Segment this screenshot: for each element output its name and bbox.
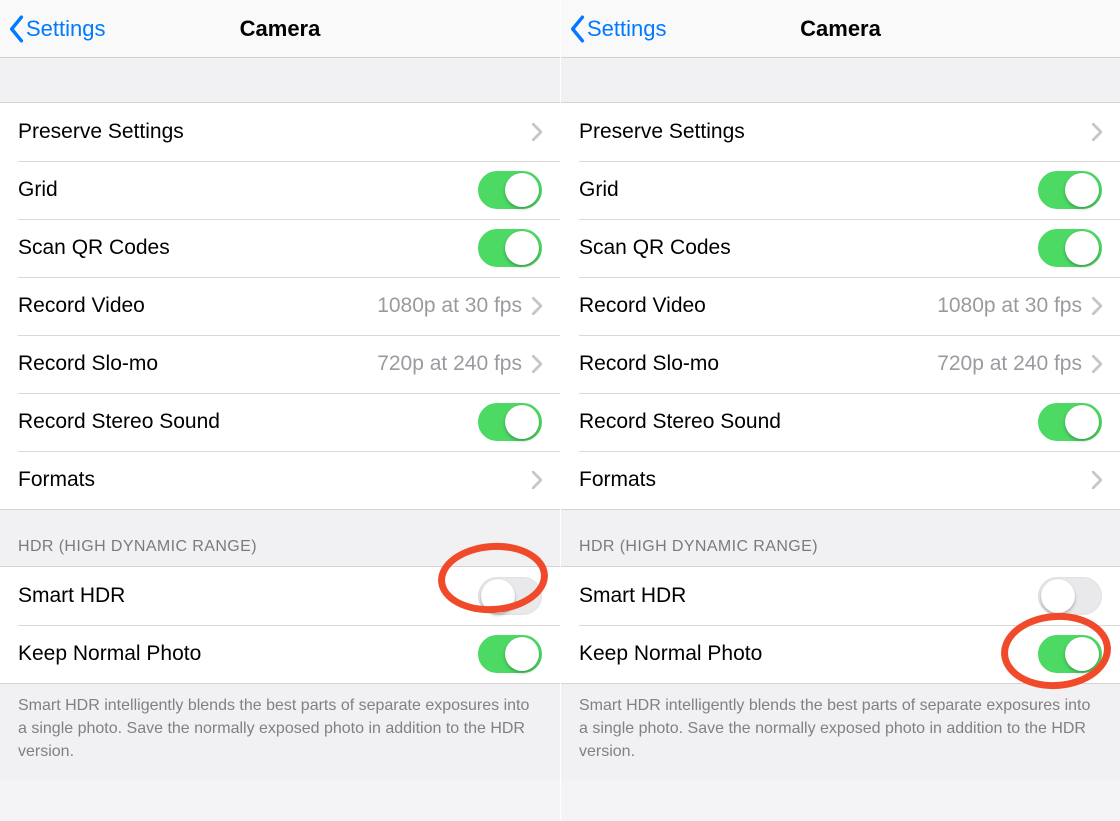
settings-row[interactable]: Formats — [0, 451, 560, 509]
grid-toggle[interactable] — [1038, 171, 1102, 209]
row-label: Smart HDR — [579, 584, 1038, 608]
row-label: Preserve Settings — [579, 120, 1092, 144]
chevron-left-icon — [8, 15, 24, 43]
chevron-left-icon — [569, 15, 585, 43]
settings-row[interactable]: Record Stereo Sound — [561, 393, 1120, 451]
row-value: 1080p at 30 fps — [377, 294, 522, 318]
row-label: Grid — [579, 178, 1038, 202]
section-footer-hdr: Smart HDR intelligently blends the best … — [0, 684, 560, 780]
settings-row[interactable]: Smart HDR — [561, 567, 1120, 625]
row-value: 720p at 240 fps — [937, 352, 1082, 376]
chevron-right-icon — [1092, 355, 1102, 373]
chevron-right-icon — [532, 355, 542, 373]
back-button[interactable]: Settings — [561, 15, 667, 43]
chevron-right-icon — [1092, 123, 1102, 141]
settings-row[interactable]: Formats — [561, 451, 1120, 509]
row-label: Record Video — [579, 294, 937, 318]
navbar: SettingsCamera — [0, 0, 560, 58]
back-label: Settings — [26, 16, 106, 42]
back-button[interactable]: Settings — [0, 15, 106, 43]
row-label: Record Video — [18, 294, 377, 318]
settings-row[interactable]: Record Video1080p at 30 fps — [561, 277, 1120, 335]
row-label: Keep Normal Photo — [579, 642, 1038, 666]
settings-group-hdr: Smart HDR Keep Normal Photo — [0, 566, 560, 684]
keep-normal-photo-toggle[interactable] — [1038, 635, 1102, 673]
settings-row[interactable]: Keep Normal Photo — [561, 625, 1120, 683]
row-label: Record Stereo Sound — [18, 410, 478, 434]
row-label: Grid — [18, 178, 478, 202]
chevron-right-icon — [532, 123, 542, 141]
record-stereo-sound-toggle[interactable] — [478, 403, 542, 441]
smart-hdr-toggle[interactable] — [1038, 577, 1102, 615]
settings-row[interactable]: Record Slo-mo720p at 240 fps — [0, 335, 560, 393]
settings-row[interactable]: Preserve Settings — [0, 103, 560, 161]
settings-group-main: Preserve Settings Grid Scan QR Codes Record… — [0, 102, 560, 510]
settings-row[interactable]: Grid — [561, 161, 1120, 219]
navbar: SettingsCamera — [561, 0, 1120, 58]
row-label: Smart HDR — [18, 584, 478, 608]
row-label: Preserve Settings — [18, 120, 532, 144]
smart-hdr-toggle[interactable] — [478, 577, 542, 615]
row-value: 1080p at 30 fps — [937, 294, 1082, 318]
scan-qr-codes-toggle[interactable] — [478, 229, 542, 267]
chevron-right-icon — [532, 471, 542, 489]
section-header-hdr: HDR (HIGH DYNAMIC RANGE) — [0, 510, 560, 566]
row-label: Formats — [18, 468, 532, 492]
row-label: Scan QR Codes — [579, 236, 1038, 260]
row-label: Formats — [579, 468, 1092, 492]
back-label: Settings — [587, 16, 667, 42]
settings-row[interactable]: Record Stereo Sound — [0, 393, 560, 451]
settings-row[interactable]: Record Slo-mo720p at 240 fps — [561, 335, 1120, 393]
chevron-right-icon — [532, 297, 542, 315]
row-value: 720p at 240 fps — [377, 352, 522, 376]
settings-row[interactable]: Record Video1080p at 30 fps — [0, 277, 560, 335]
settings-row[interactable]: Scan QR Codes — [0, 219, 560, 277]
section-header-hdr: HDR (HIGH DYNAMIC RANGE) — [561, 510, 1120, 566]
row-label: Scan QR Codes — [18, 236, 478, 260]
row-label: Record Stereo Sound — [579, 410, 1038, 434]
grid-toggle[interactable] — [478, 171, 542, 209]
settings-row[interactable]: Smart HDR — [0, 567, 560, 625]
keep-normal-photo-toggle[interactable] — [478, 635, 542, 673]
row-label: Record Slo-mo — [579, 352, 937, 376]
chevron-right-icon — [1092, 297, 1102, 315]
section-footer-hdr: Smart HDR intelligently blends the best … — [561, 684, 1120, 780]
settings-group-hdr: Smart HDR Keep Normal Photo — [561, 566, 1120, 684]
settings-row[interactable]: Scan QR Codes — [561, 219, 1120, 277]
settings-row[interactable]: Grid — [0, 161, 560, 219]
chevron-right-icon — [1092, 471, 1102, 489]
settings-row[interactable]: Preserve Settings — [561, 103, 1120, 161]
row-label: Keep Normal Photo — [18, 642, 478, 666]
settings-group-main: Preserve Settings Grid Scan QR Codes Record… — [561, 102, 1120, 510]
settings-row[interactable]: Keep Normal Photo — [0, 625, 560, 683]
row-label: Record Slo-mo — [18, 352, 377, 376]
record-stereo-sound-toggle[interactable] — [1038, 403, 1102, 441]
scan-qr-codes-toggle[interactable] — [1038, 229, 1102, 267]
